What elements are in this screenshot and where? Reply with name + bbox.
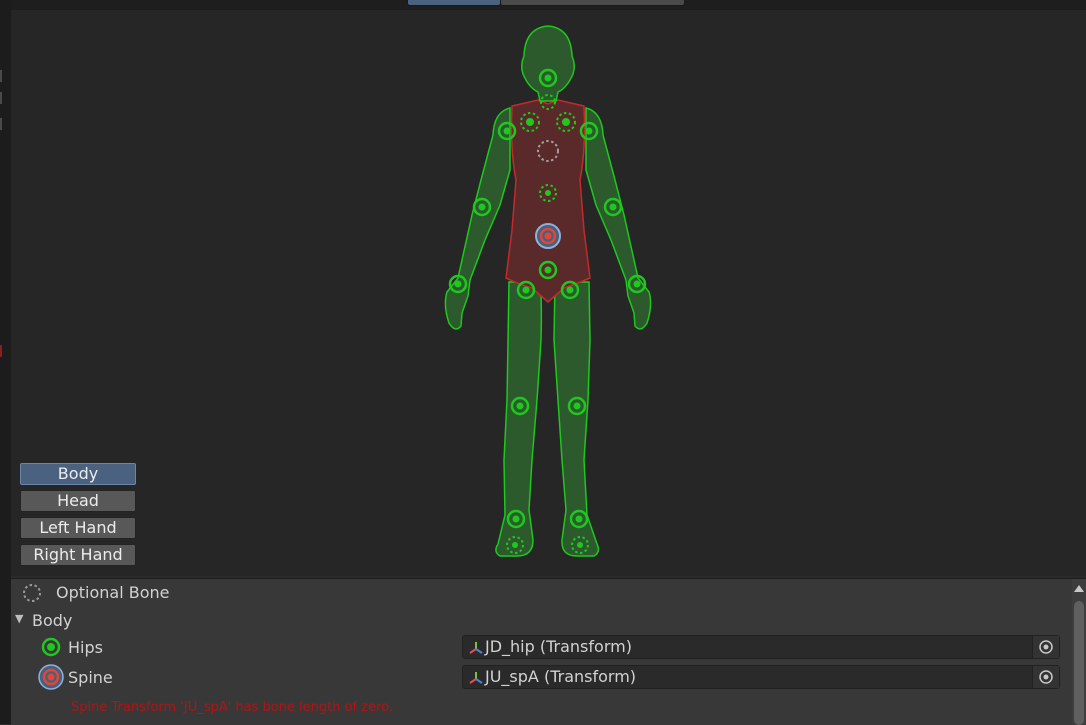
body-part-button-body[interactable]: Body xyxy=(20,463,136,485)
body-part-button-head[interactable]: Head xyxy=(20,490,136,512)
window-top-strip xyxy=(0,0,1086,10)
scroll-up-arrow-icon[interactable] xyxy=(1074,585,1084,592)
left-arm-outline xyxy=(444,107,511,330)
bone-mapping-inspector: Optional Bone ▼ Body Hips JD_hip (Transf… xyxy=(11,578,1086,725)
body-part-button-left-hand[interactable]: Left Hand xyxy=(20,517,136,539)
transform-icon xyxy=(469,642,483,654)
object-picker-button[interactable] xyxy=(1032,636,1059,658)
humanoid-figure xyxy=(444,25,652,557)
hips-transform-value: JD_hip (Transform) xyxy=(485,637,632,656)
spine-transform-value: JU_spA (Transform) xyxy=(485,667,637,686)
right-clavicle-bone-icon xyxy=(562,118,570,126)
hips-status-icon xyxy=(41,637,61,657)
spine-bone-icon xyxy=(535,223,561,249)
bone-label-spine: Spine xyxy=(68,668,113,687)
hips-transform-field[interactable]: JD_hip (Transform) xyxy=(462,635,1060,659)
spine-transform-field[interactable]: JU_spA (Transform) xyxy=(462,665,1060,689)
edge-mark xyxy=(0,118,2,130)
object-picker-icon xyxy=(1039,670,1053,684)
scroll-thumb[interactable] xyxy=(1074,601,1084,725)
object-picker-icon xyxy=(1039,640,1053,654)
avatar-view xyxy=(11,10,1086,576)
transform-icon xyxy=(469,672,483,684)
spine-error-message: Spine Transform 'JU_spA' has bone length… xyxy=(71,700,393,715)
head-outline xyxy=(520,25,576,102)
muscles-tab[interactable] xyxy=(500,0,685,6)
body-part-button-right-hand[interactable]: Right Hand xyxy=(20,544,136,566)
inspector-scrollbar[interactable] xyxy=(1072,579,1086,725)
right-arm-outline xyxy=(585,107,652,330)
left-panel-edge xyxy=(0,0,11,724)
bone-label-hips: Hips xyxy=(68,638,103,657)
optional-bone-legend-icon xyxy=(23,584,41,602)
optional-bone-legend-label: Optional Bone xyxy=(56,583,170,602)
edge-mark xyxy=(0,70,2,82)
mapping-tab[interactable] xyxy=(407,0,501,6)
left-leg-outline xyxy=(495,281,543,557)
section-foldout-arrow-icon[interactable]: ▼ xyxy=(15,612,23,625)
spine-status-icon xyxy=(38,664,64,690)
edge-mark xyxy=(0,92,2,104)
left-clavicle-bone-icon xyxy=(526,118,534,126)
right-leg-outline xyxy=(553,281,600,557)
edge-mark xyxy=(0,345,2,357)
section-title-body[interactable]: Body xyxy=(32,611,72,630)
object-picker-button[interactable] xyxy=(1032,666,1059,688)
